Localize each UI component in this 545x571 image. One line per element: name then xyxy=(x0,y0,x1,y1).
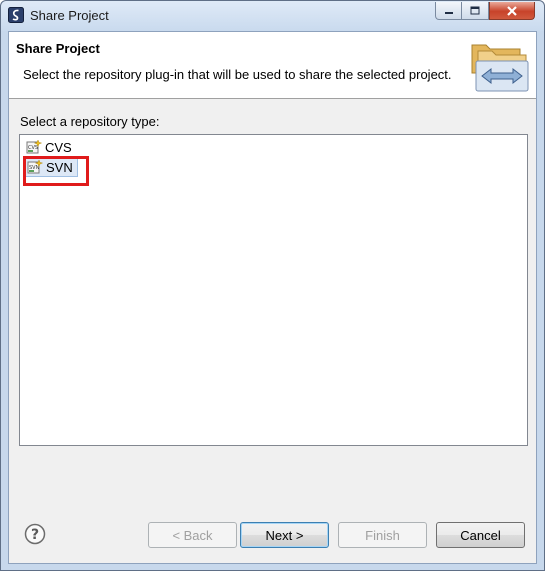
eclipse-app-icon xyxy=(8,7,24,23)
maximize-button[interactable] xyxy=(462,2,489,20)
help-icon[interactable]: ? xyxy=(24,523,46,545)
page-title: Share Project xyxy=(16,41,100,56)
minimize-button[interactable] xyxy=(435,2,462,20)
list-item-label: CVS xyxy=(45,139,72,155)
share-project-dialog: Share Project Share Project Select the r… xyxy=(0,0,545,571)
window-title: Share Project xyxy=(30,8,109,23)
back-button[interactable]: < Back xyxy=(148,522,237,548)
repository-type-list[interactable]: CVS CVS SVN SVN xyxy=(19,134,528,446)
finish-button[interactable]: Finish xyxy=(338,522,427,548)
title-bar[interactable]: Share Project xyxy=(1,1,544,31)
annotation-highlight-box xyxy=(23,156,89,186)
list-item-cvs[interactable]: CVS CVS xyxy=(24,137,76,157)
close-icon xyxy=(507,5,517,16)
button-bar: ? < Back Next > Finish Cancel xyxy=(9,507,536,563)
svg-text:?: ? xyxy=(31,527,39,543)
next-button[interactable]: Next > xyxy=(240,522,329,548)
share-folders-icon xyxy=(471,44,529,92)
minimize-icon xyxy=(444,11,453,14)
dialog-client-area: Share Project Select the repository plug… xyxy=(8,31,537,564)
cancel-button[interactable]: Cancel xyxy=(436,522,525,548)
maximize-icon xyxy=(470,6,480,15)
page-description: Select the repository plug-in that will … xyxy=(23,67,452,82)
wizard-header: Share Project Select the repository plug… xyxy=(9,32,536,99)
close-button[interactable] xyxy=(489,2,535,20)
repository-type-label: Select a repository type: xyxy=(20,114,160,129)
cvs-repository-icon: CVS xyxy=(26,139,42,154)
